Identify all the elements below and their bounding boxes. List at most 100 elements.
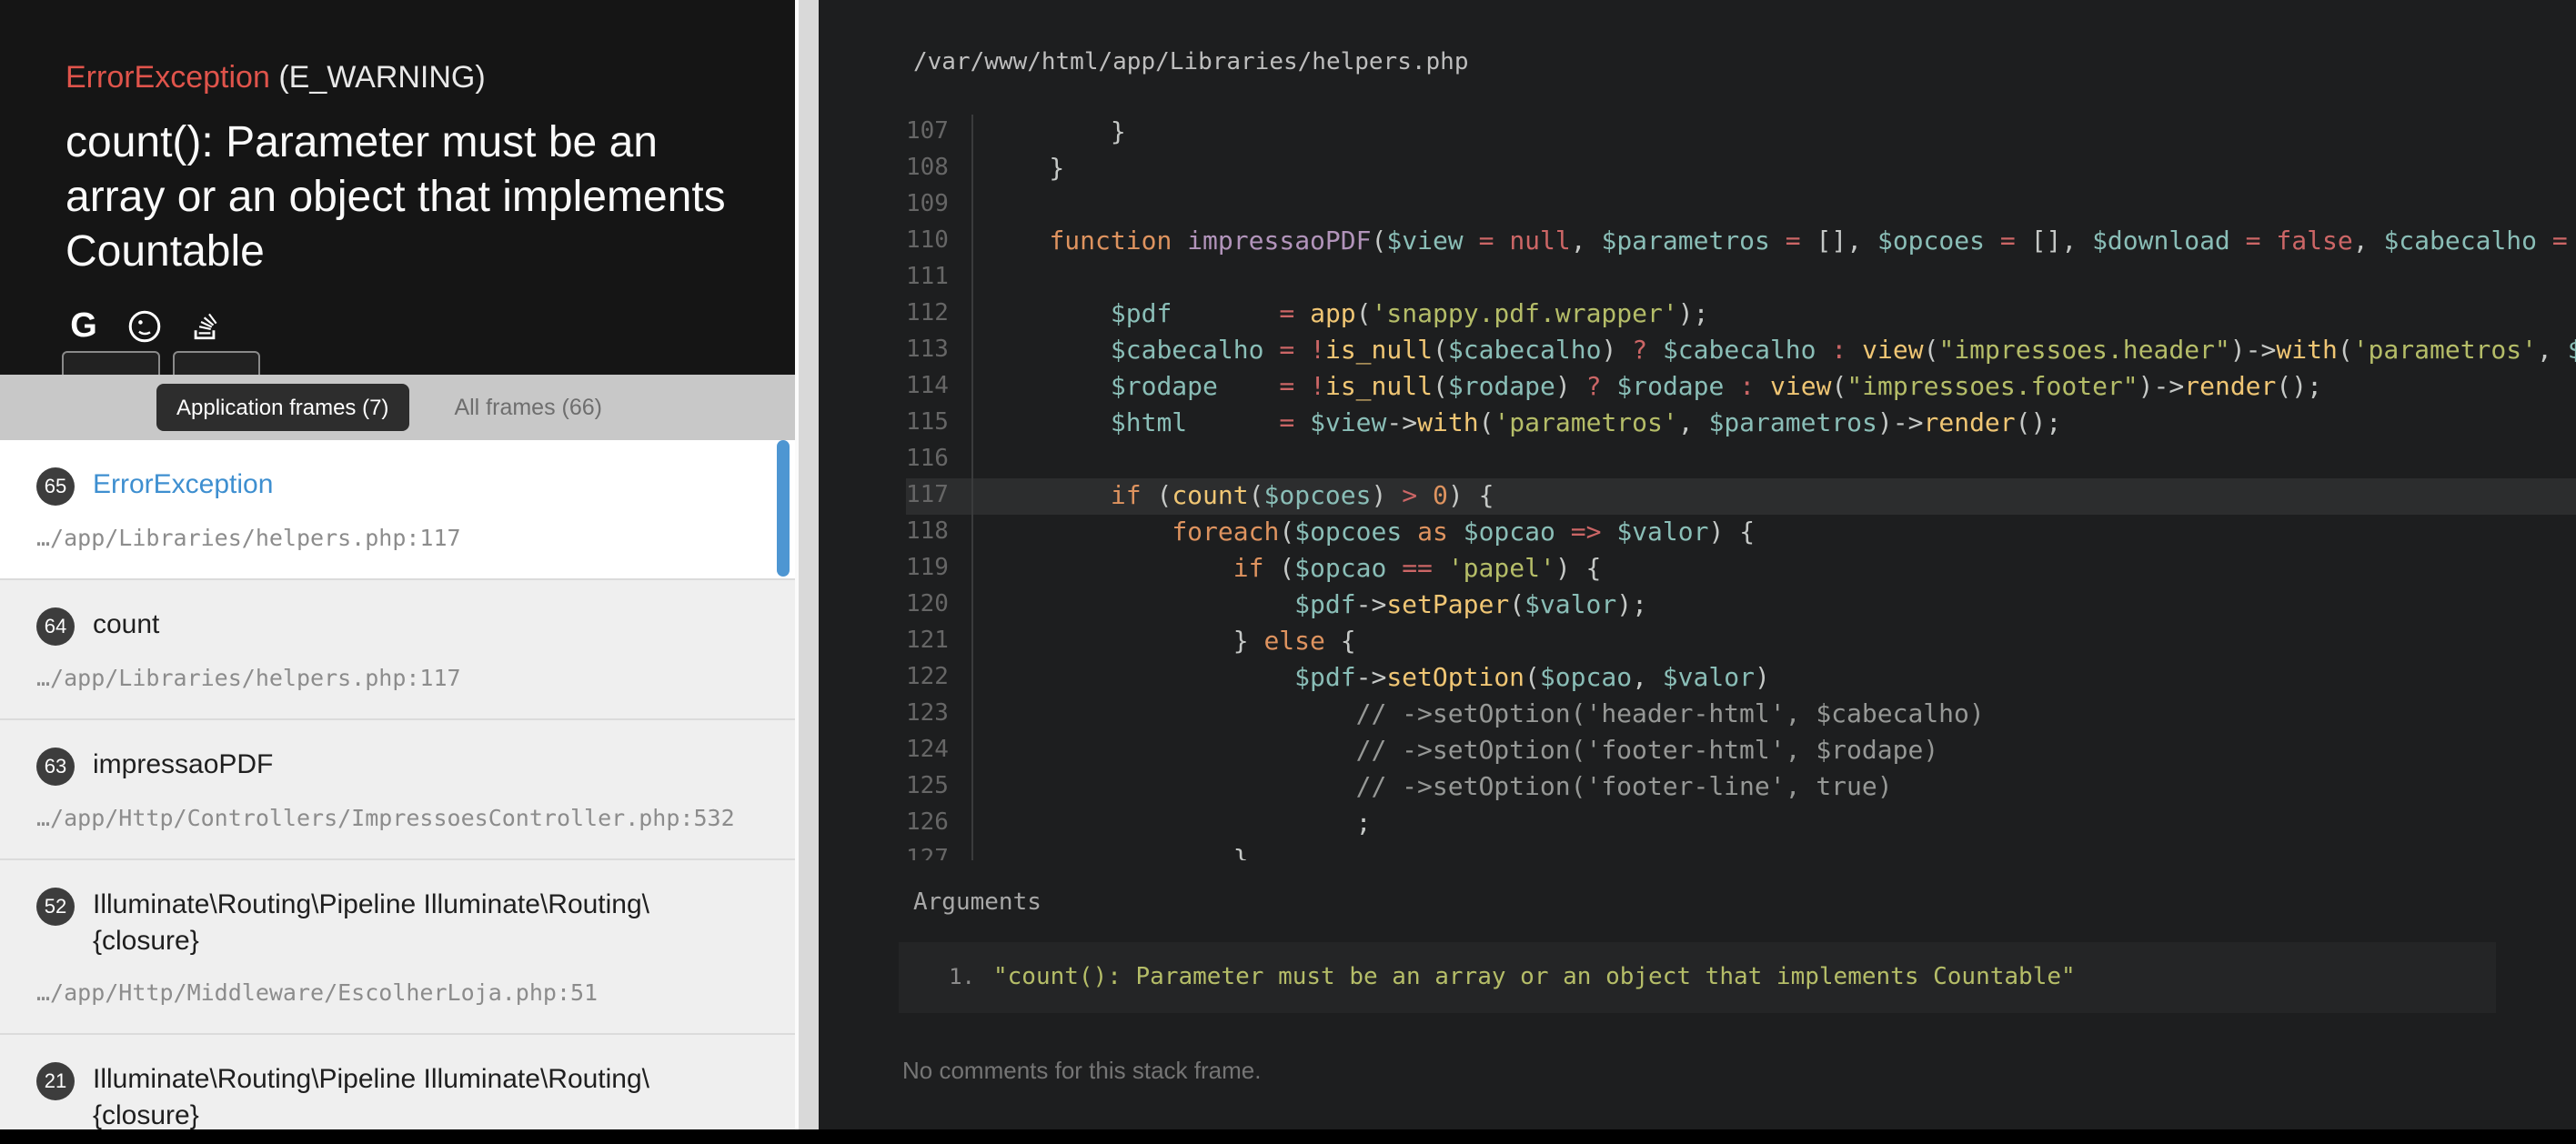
search-help-icons: G	[65, 308, 744, 345]
frame-item[interactable]: 64 count …/app/Libraries/helpers.php:117	[0, 580, 795, 720]
code-text: }	[973, 842, 1249, 860]
code-line: 115 $html = $view->with('parametros', $p…	[906, 406, 2576, 442]
code-line: 107 }	[906, 115, 2576, 151]
code-block: 107 }108 }109110 function impressaoPDF($…	[906, 115, 2576, 860]
code-line: 124 // ->setOption('footer-html', $rodap…	[906, 733, 2576, 769]
code-line: 112 $pdf = app('snappy.pdf.wrapper');	[906, 296, 2576, 333]
left-panel: ErrorException (E_WARNING) count(): Para…	[0, 0, 795, 1144]
code-line: 120 $pdf->setPaper($valor);	[906, 587, 2576, 624]
frame-comments: No comments for this stack frame.	[902, 1057, 2576, 1084]
frame-item[interactable]: 65ErrorException…/app/Libraries/helpers.…	[0, 440, 795, 580]
line-number: 107	[906, 115, 973, 151]
code-text: $cabecalho = !is_null($cabecalho) ? $cab…	[973, 333, 2576, 369]
frame-title: Illuminate\Routing\Pipeline Illuminate\R…	[93, 888, 748, 960]
code-text	[973, 442, 988, 478]
code-text: if ($opcao == 'papel') {	[973, 551, 1601, 587]
arguments-list: 1. "count(): Parameter must be an array o…	[899, 942, 2496, 1013]
frame-path: …/app/Libraries/helpers.php:117	[36, 664, 748, 691]
code-line: 125 // ->setOption('footer-line', true)	[906, 769, 2576, 806]
exception-severity: (E_WARNING)	[278, 60, 485, 95]
whoops-error-page: ErrorException (E_WARNING) count(): Para…	[0, 0, 2576, 1144]
frames-list: 65ErrorException…/app/Libraries/helpers.…	[0, 440, 795, 1144]
code-text: if (count($opcoes) > 0) {	[973, 478, 1494, 515]
frames-scrollbar-thumb[interactable]	[777, 440, 790, 577]
exception-title: ErrorException (E_WARNING)	[65, 58, 744, 98]
code-text: $html = $view->with('parametros', $param…	[973, 406, 2061, 442]
line-number: 108	[906, 151, 973, 187]
header-button-stub[interactable]	[62, 351, 160, 375]
frame-title: count	[93, 607, 159, 644]
code-text: $rodape = !is_null($rodape) ? $rodape : …	[973, 369, 2322, 406]
code-text	[973, 187, 988, 224]
frame-item[interactable]: 52 Illuminate\Routing\Pipeline Illuminate…	[0, 860, 795, 1035]
code-text: // ->setOption('header-html', $cabecalho…	[973, 697, 1985, 733]
frame-index-badge: 52	[36, 888, 75, 926]
footer-bar	[0, 1129, 2576, 1144]
line-number: 126	[906, 806, 973, 842]
code-text: $pdf->setOption($opcao, $valor)	[973, 660, 1770, 697]
argument-value: "count(): Parameter must be an array or …	[993, 960, 2076, 997]
code-line: 119 if ($opcao == 'papel') {	[906, 551, 2576, 587]
line-number: 109	[906, 187, 973, 224]
code-text: } else {	[973, 624, 1356, 660]
code-line: 118 foreach($opcoes as $opcao => $valor)…	[906, 515, 2576, 551]
line-number: 115	[906, 406, 973, 442]
line-number: 110	[906, 224, 973, 260]
code-line: 117 if (count($opcoes) > 0) {	[906, 478, 2576, 515]
line-number: 127	[906, 842, 973, 860]
code-text: foreach($opcoes as $opcao => $valor) {	[973, 515, 1755, 551]
frame-title: impressaoPDF	[93, 748, 273, 784]
code-line: 122 $pdf->setOption($opcao, $valor)	[906, 660, 2576, 697]
code-line: 108 }	[906, 151, 2576, 187]
frame-item[interactable]: 63impressaoPDF…/app/Http/Controllers/Imp…	[0, 720, 795, 860]
code-line: 126 ;	[906, 806, 2576, 842]
code-text: }	[973, 151, 1064, 187]
code-line: 110 function impressaoPDF($view = null, …	[906, 224, 2576, 260]
line-number: 123	[906, 697, 973, 733]
exception-message: count(): Parameter must be an array or a…	[65, 116, 744, 281]
code-text: $pdf->setPaper($valor);	[973, 587, 1647, 624]
code-text: // ->setOption('footer-line', true)	[973, 769, 1893, 806]
code-text	[973, 260, 988, 296]
frame-index-badge: 21	[36, 1062, 75, 1100]
line-number: 112	[906, 296, 973, 333]
frame-path: …/app/Http/Middleware/EscolherLoja.php:5…	[36, 978, 748, 1006]
line-number: 119	[906, 551, 973, 587]
line-number: 120	[906, 587, 973, 624]
frame-item[interactable]: 21 Illuminate\Routing\Pipeline Illuminate…	[0, 1035, 795, 1144]
code-panel: /var/www/html/app/Libraries/helpers.php …	[819, 0, 2576, 1144]
frame-path: …/app/Libraries/helpers.php:117	[36, 524, 748, 551]
code-text: ;	[973, 806, 1371, 842]
frame-title: Illuminate\Routing\Pipeline Illuminate\R…	[93, 1062, 748, 1135]
header-button-stub[interactable]	[173, 351, 260, 375]
line-number: 113	[906, 333, 973, 369]
code-line: 114 $rodape = !is_null($rodape) ? $rodap…	[906, 369, 2576, 406]
frame-index-badge: 65	[36, 467, 75, 506]
frame-path: …/app/Http/Controllers/ImpressoesControl…	[36, 804, 748, 831]
code-line: 127 }	[906, 842, 2576, 860]
code-text: $pdf = app('snappy.pdf.wrapper');	[973, 296, 1708, 333]
left-panel-scrollbar[interactable]	[795, 0, 819, 1144]
stackoverflow-icon[interactable]	[186, 308, 222, 345]
code-line: 113 $cabecalho = !is_null($cabecalho) ? …	[906, 333, 2576, 369]
tab-all-frames[interactable]: All frames (66)	[454, 395, 602, 420]
code-text: // ->setOption('footer-html', $rodape)	[973, 733, 1938, 769]
line-number: 117	[906, 478, 973, 515]
duckduckgo-icon[interactable]	[126, 308, 162, 345]
tab-application-frames[interactable]: Application frames (7)	[156, 384, 408, 431]
exception-class: ErrorException	[65, 60, 270, 95]
frame-index-badge: 64	[36, 607, 75, 646]
exception-summary: ErrorException (E_WARNING) count(): Para…	[0, 0, 795, 375]
line-number: 111	[906, 260, 973, 296]
google-icon[interactable]: G	[65, 308, 102, 345]
file-path: /var/www/html/app/Libraries/helpers.php	[913, 49, 2576, 76]
frames-tabs: Application frames (7) All frames (66)	[0, 375, 795, 440]
line-number: 125	[906, 769, 973, 806]
arguments-title: Arguments	[913, 889, 2576, 917]
line-number: 124	[906, 733, 973, 769]
argument-index: 1.	[899, 958, 975, 995]
line-number: 116	[906, 442, 973, 478]
line-number: 114	[906, 369, 973, 406]
argument-item: 1. "count(): Parameter must be an array o…	[899, 958, 2496, 997]
line-number: 122	[906, 660, 973, 697]
